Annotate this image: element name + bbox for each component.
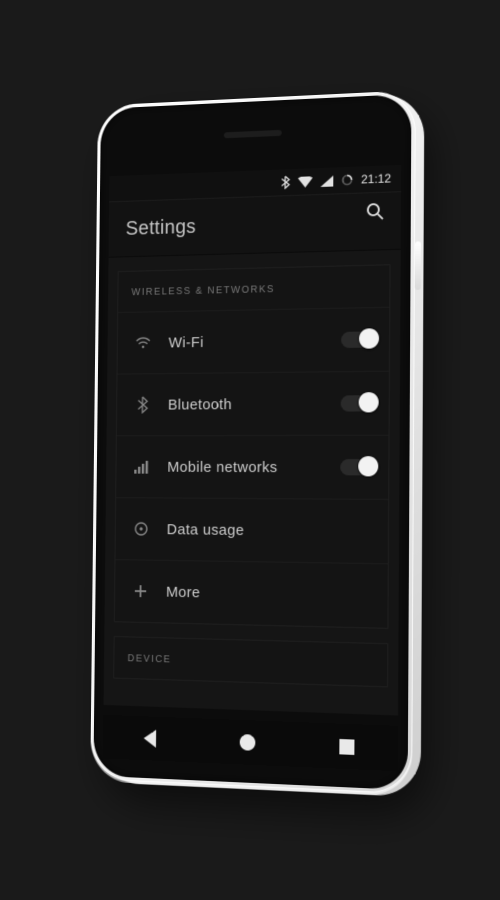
earpiece bbox=[224, 130, 282, 138]
mobile-networks-row[interactable]: Mobile networks bbox=[116, 436, 388, 500]
settings-content[interactable]: WIRELESS & NETWORKS Wi-Fi bbox=[104, 250, 401, 716]
wifi-label: Wi-Fi bbox=[155, 331, 341, 351]
spinner-status-icon bbox=[341, 174, 353, 186]
data-usage-row[interactable]: Data usage bbox=[115, 498, 388, 564]
clock-label: 21:12 bbox=[361, 171, 391, 186]
bluetooth-label: Bluetooth bbox=[155, 395, 341, 413]
bluetooth-status-icon bbox=[280, 175, 290, 189]
mobile-networks-toggle[interactable] bbox=[340, 459, 374, 475]
signal-status-icon bbox=[320, 175, 333, 186]
recents-icon bbox=[338, 737, 355, 755]
signal-bars-icon bbox=[130, 460, 155, 474]
navigation-bar bbox=[103, 715, 398, 771]
wireless-networks-header: WIRELESS & NETWORKS bbox=[118, 265, 389, 313]
recents-button[interactable] bbox=[317, 723, 377, 771]
wifi-icon bbox=[131, 336, 156, 350]
home-icon bbox=[238, 732, 258, 753]
phone-glass: 21:12 Settings bbox=[93, 94, 411, 790]
wireless-networks-section: WIRELESS & NETWORKS Wi-Fi bbox=[114, 264, 391, 629]
wifi-toggle[interactable] bbox=[341, 331, 375, 348]
mobile-networks-label: Mobile networks bbox=[154, 458, 340, 475]
bluetooth-icon bbox=[130, 396, 155, 414]
device-section: DEVICE bbox=[113, 636, 388, 687]
back-button[interactable] bbox=[122, 716, 179, 762]
search-button[interactable] bbox=[361, 199, 389, 228]
home-button[interactable] bbox=[218, 719, 277, 766]
data-usage-icon bbox=[129, 521, 154, 537]
wifi-status-icon bbox=[298, 176, 313, 188]
app-bar: Settings bbox=[109, 191, 401, 258]
search-icon bbox=[365, 200, 385, 226]
power-button[interactable] bbox=[415, 241, 421, 290]
more-row[interactable]: More bbox=[115, 560, 388, 628]
screen: 21:12 Settings bbox=[104, 165, 402, 716]
back-icon bbox=[142, 728, 159, 749]
plus-icon bbox=[128, 584, 153, 598]
page-title: Settings bbox=[109, 216, 196, 241]
phone-device: 21:12 Settings bbox=[90, 90, 416, 795]
device-header: DEVICE bbox=[114, 637, 387, 686]
bluetooth-toggle[interactable] bbox=[341, 395, 375, 411]
bluetooth-row[interactable]: Bluetooth bbox=[117, 372, 389, 437]
more-label: More bbox=[153, 583, 374, 604]
wifi-row[interactable]: Wi-Fi bbox=[117, 308, 389, 375]
data-usage-label: Data usage bbox=[153, 521, 374, 541]
